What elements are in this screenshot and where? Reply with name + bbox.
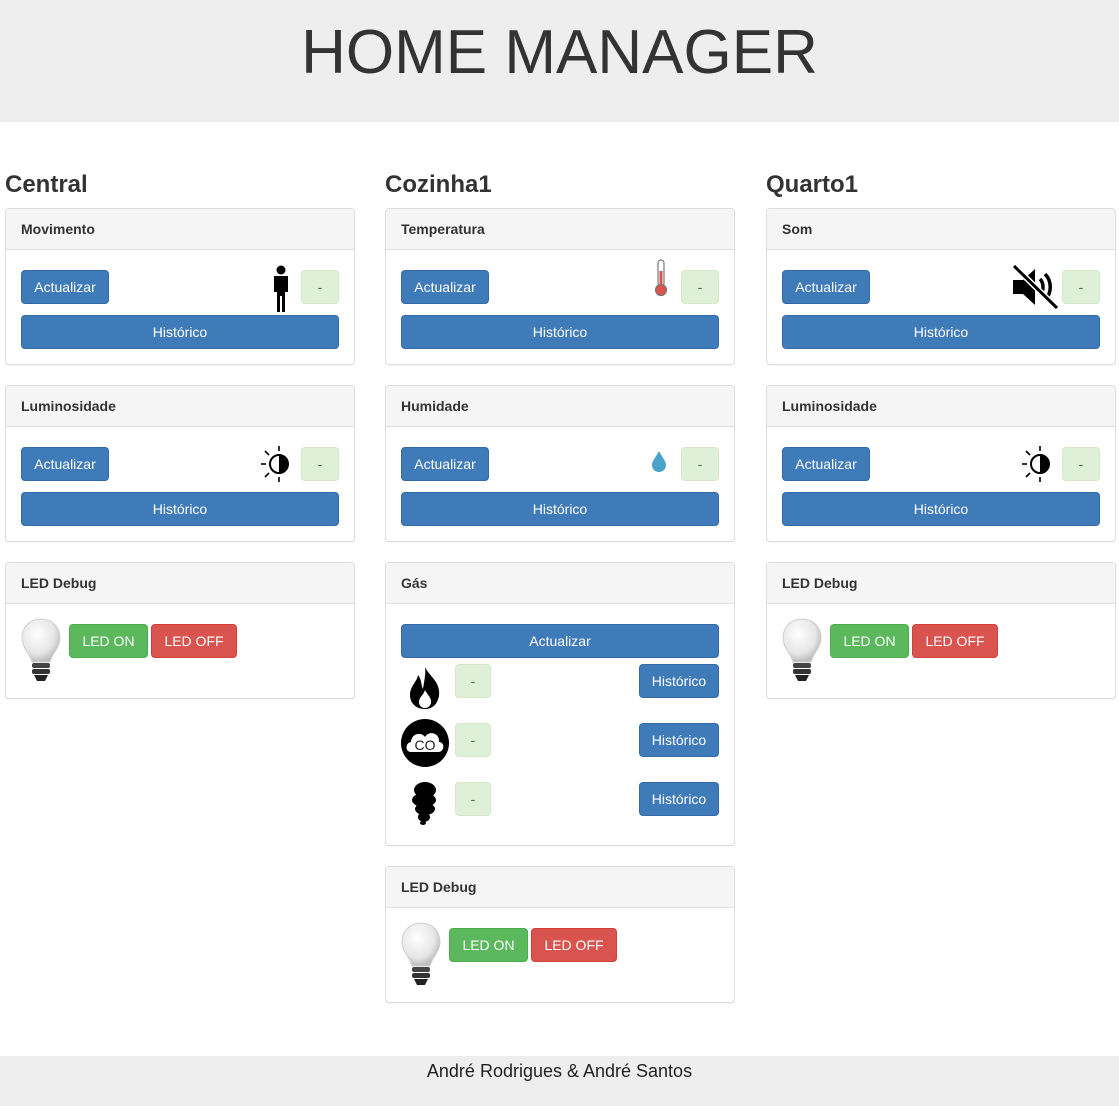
person-icon xyxy=(271,265,291,318)
led-off-button[interactable]: LED OFF xyxy=(912,624,998,658)
sensor-value: - xyxy=(1062,447,1100,481)
led-off-button[interactable]: LED OFF xyxy=(151,624,237,658)
app-header: HOME MANAGER xyxy=(0,0,1119,122)
brightness-icon xyxy=(259,444,299,489)
water-drop-icon xyxy=(651,450,667,477)
update-button[interactable]: Actualizar xyxy=(21,447,109,481)
sound-muted-icon xyxy=(1010,263,1060,316)
room-column-central: Central Movimento Actualizar - Histórico… xyxy=(5,170,355,719)
app-title: HOME MANAGER xyxy=(301,18,818,87)
update-button[interactable]: Actualizar xyxy=(401,624,719,658)
thermometer-icon xyxy=(653,259,669,302)
update-button[interactable]: Actualizar xyxy=(401,270,489,304)
footer-credits: André Rodrigues & André Santos xyxy=(426,1061,693,1081)
panel-heading: Luminosidade xyxy=(767,386,1115,427)
smoke-icon xyxy=(411,781,439,830)
led-on-button[interactable]: LED ON xyxy=(830,624,909,658)
gas-row-flame: - Histórico xyxy=(401,664,719,723)
sensor-panel-temperatura: Temperatura Actualizar - Histórico xyxy=(385,208,735,365)
app-footer: André Rodrigues & André Santos xyxy=(0,1056,1119,1106)
gas-value: - xyxy=(455,664,491,698)
panel-heading: LED Debug xyxy=(6,563,354,604)
room-column-cozinha1: Cozinha1 Temperatura Actualizar - Histór… xyxy=(385,170,735,1023)
sensor-panel-humidade: Humidade Actualizar - Histórico xyxy=(385,385,735,542)
history-button[interactable]: Histórico xyxy=(639,782,719,816)
lightbulb-icon xyxy=(21,618,61,687)
panel-heading: Temperatura xyxy=(386,209,734,250)
update-button[interactable]: Actualizar xyxy=(401,447,489,481)
co-icon-label: CO xyxy=(414,737,436,753)
sensor-value: - xyxy=(681,447,719,481)
update-button[interactable]: Actualizar xyxy=(782,447,870,481)
history-button[interactable]: Histórico xyxy=(401,492,719,526)
panel-heading: Som xyxy=(767,209,1115,250)
room-title: Cozinha1 xyxy=(385,171,492,198)
room-title: Central xyxy=(5,171,88,198)
history-button[interactable]: Histórico xyxy=(782,315,1100,349)
history-button[interactable]: Histórico xyxy=(21,315,339,349)
sensor-value: - xyxy=(1062,270,1100,304)
sensor-value: - xyxy=(681,270,719,304)
room-title: Quarto1 xyxy=(766,171,859,198)
panel-heading: Luminosidade xyxy=(6,386,354,427)
co-cloud-icon: CO xyxy=(400,718,450,768)
history-button[interactable]: Histórico xyxy=(639,664,719,698)
history-button[interactable]: Histórico xyxy=(639,723,719,757)
panel-heading: Humidade xyxy=(386,386,734,427)
lightbulb-icon xyxy=(782,618,822,687)
led-on-button[interactable]: LED ON xyxy=(69,624,148,658)
history-button[interactable]: Histórico xyxy=(21,492,339,526)
panel-heading: LED Debug xyxy=(767,563,1115,604)
update-button[interactable]: Actualizar xyxy=(21,270,109,304)
update-button[interactable]: Actualizar xyxy=(782,270,870,304)
room-column-quarto1: Quarto1 Som Actualizar - Histórico Lumin… xyxy=(766,170,1116,719)
led-debug-panel: LED Debug LED ON LED OFF xyxy=(5,562,355,699)
gas-row-co: CO - Histórico xyxy=(401,719,719,782)
panel-heading: LED Debug xyxy=(386,867,734,908)
lightbulb-icon xyxy=(401,922,441,991)
panel-heading: Gás xyxy=(386,563,734,604)
sensor-value: - xyxy=(301,447,339,481)
sensor-panel-gas: Gás Actualizar - Histórico CO - Históric… xyxy=(385,562,735,846)
led-debug-panel: LED Debug LED ON LED OFF xyxy=(385,866,735,1003)
sensor-panel-luminosidade: Luminosidade Actualizar - Histórico xyxy=(5,385,355,542)
sensor-value: - xyxy=(301,270,339,304)
flame-icon xyxy=(407,666,443,715)
history-button[interactable]: Histórico xyxy=(401,315,719,349)
panel-heading: Movimento xyxy=(6,209,354,250)
led-off-button[interactable]: LED OFF xyxy=(531,928,617,962)
history-button[interactable]: Histórico xyxy=(782,492,1100,526)
gas-row-smoke: - Histórico xyxy=(401,782,719,841)
led-on-button[interactable]: LED ON xyxy=(449,928,528,962)
sensor-panel-movimento: Movimento Actualizar - Histórico xyxy=(5,208,355,365)
led-debug-panel: LED Debug LED ON LED OFF xyxy=(766,562,1116,699)
sensor-panel-luminosidade: Luminosidade Actualizar - Histórico xyxy=(766,385,1116,542)
gas-value: - xyxy=(455,723,491,757)
gas-value: - xyxy=(455,782,491,816)
sensor-panel-som: Som Actualizar - Histórico xyxy=(766,208,1116,365)
brightness-icon xyxy=(1020,444,1060,489)
